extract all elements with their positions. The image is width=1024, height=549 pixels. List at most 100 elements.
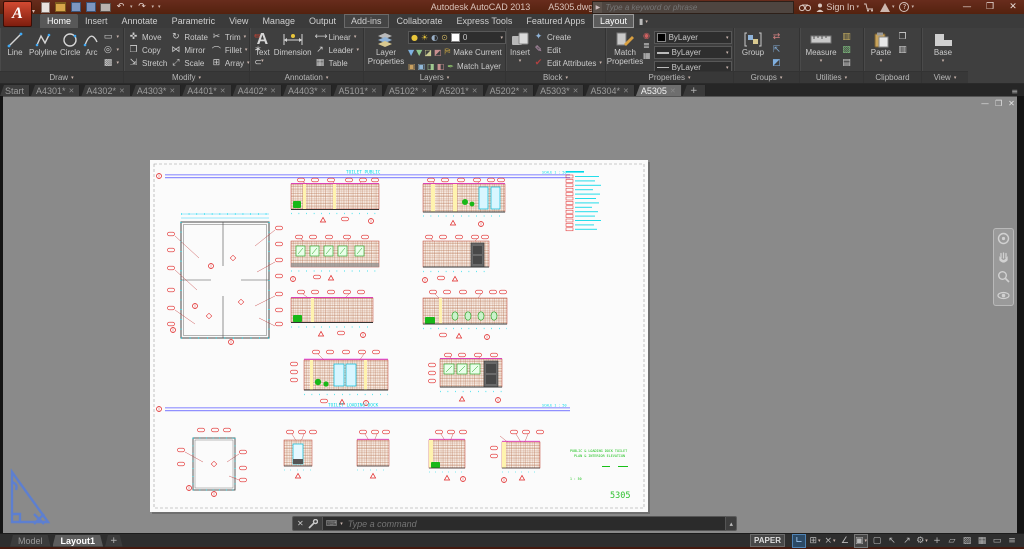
edit-block-tool[interactable]: ✎Edit	[533, 44, 602, 56]
lineweight-dropdown[interactable]: ByLayer▾	[654, 46, 732, 59]
file-tab-close-icon[interactable]: ✕	[321, 87, 327, 95]
command-recent-dropdown[interactable]: ▾	[340, 521, 343, 527]
search-button[interactable]	[799, 3, 811, 12]
layer-properties-button[interactable]: Layer Properties	[368, 31, 404, 66]
copy-clip-tool[interactable]: ❐	[897, 31, 908, 43]
fillet-tool[interactable]: ⌒Fillet▾	[211, 44, 250, 56]
line-tool[interactable]: Line	[4, 31, 26, 57]
trim-dropdown[interactable]: ▾	[244, 34, 247, 40]
lineweight-list-icon[interactable]: ≣	[643, 41, 651, 50]
navigation-bar[interactable]	[993, 228, 1014, 306]
command-customize-icon[interactable]	[308, 519, 318, 529]
view-panel-label[interactable]: View▾	[922, 71, 968, 83]
paper-model-toggle[interactable]: PAPER	[750, 534, 785, 547]
search-input[interactable]	[602, 3, 793, 12]
save-as-button[interactable]	[85, 2, 96, 12]
file-tab-a4301[interactable]: A4301*✕	[31, 85, 80, 96]
polar-tracking-toggle-dropdown[interactable]: ▾	[833, 538, 836, 544]
ribbon-tab-parametric[interactable]: Parametric	[165, 14, 223, 28]
save-button[interactable]	[70, 2, 81, 12]
file-tab-close-icon[interactable]: ✕	[421, 87, 427, 95]
file-tab-a4302[interactable]: A4302*✕	[81, 85, 130, 96]
annotation-visibility-toggle[interactable]: ▱	[946, 535, 958, 547]
plot-button[interactable]	[100, 2, 111, 12]
dimension-tool[interactable]: Dimension	[274, 31, 312, 57]
viewport-close-button[interactable]: ✕	[1008, 99, 1015, 108]
array-tool[interactable]: ⊞Array▾	[211, 57, 250, 69]
object-snap-toggle[interactable]: ▣▾	[854, 534, 868, 548]
file-tab-a4402[interactable]: A4402*✕	[233, 85, 282, 96]
command-history-button[interactable]: ▴	[726, 520, 736, 528]
group-select-tool[interactable]: ◩	[771, 57, 782, 69]
redo-button[interactable]: ↷	[137, 2, 148, 12]
ribbon-tab-insert[interactable]: Insert	[78, 14, 115, 28]
file-tab-close-icon[interactable]: ✕	[270, 87, 276, 95]
trim-tool[interactable]: ✂Trim▾	[211, 31, 250, 43]
clean-screen-toggle[interactable]: ▭	[991, 535, 1003, 547]
minimize-button[interactable]: —	[960, 2, 974, 12]
zoom-icon[interactable]	[997, 270, 1010, 283]
undo-dropdown[interactable]: ▾	[130, 4, 133, 10]
block-panel-label[interactable]: Block▾	[506, 71, 605, 83]
make-current-button[interactable]: Make Current	[453, 48, 501, 57]
lineweight-toggle[interactable]: ↗	[901, 535, 913, 547]
ungroup-tool[interactable]: ⇄	[771, 31, 782, 43]
file-tab-a4403[interactable]: A4403*✕	[283, 85, 332, 96]
ribbon-tab-express-tools[interactable]: Express Tools	[450, 14, 520, 28]
restore-button[interactable]: ❒	[983, 2, 997, 12]
infer-constraints-toggle[interactable]: ∟	[792, 534, 806, 548]
orbit-icon[interactable]	[997, 289, 1010, 302]
file-tab-a5305[interactable]: A5305✕	[636, 85, 682, 96]
object-color-dropdown[interactable]: ByLayer▾	[654, 31, 732, 44]
ribbon-tab-output[interactable]: Output	[302, 14, 343, 28]
snap-mode-toggle[interactable]: ⊞▾	[809, 535, 821, 547]
layer-dropdown[interactable]: ● ☀ ◐ ⊙ 0 ▾	[408, 31, 506, 44]
plotstyle-icon[interactable]: ▦	[643, 51, 651, 60]
ribbon-tab-add-ins[interactable]: Add-ins	[344, 14, 389, 28]
dynamic-input-toggle[interactable]: ↖	[886, 535, 898, 547]
copy-tool[interactable]: ❐Copy	[128, 44, 167, 56]
fillet-dropdown[interactable]: ▾	[245, 47, 248, 53]
insert-block-button[interactable]: Insert▾	[510, 31, 530, 66]
customization-gear[interactable]: ⚙▾	[916, 535, 928, 547]
id-point-tool[interactable]: ▤	[841, 57, 852, 69]
quick-calc-tool[interactable]: ▧	[841, 44, 852, 56]
crosshair-plus[interactable]: +	[931, 535, 943, 547]
help-button[interactable]: ? ▾	[899, 2, 914, 12]
draw-panel-label[interactable]: Draw▾	[0, 71, 123, 83]
autoscale-toggle[interactable]: ▨	[961, 535, 973, 547]
object-snap-toggle-dropdown[interactable]: ▾	[864, 538, 867, 544]
file-tab-a4401[interactable]: A4401*✕	[182, 85, 231, 96]
new-file-button[interactable]	[40, 2, 51, 12]
file-tab-a5102[interactable]: A5102*✕	[384, 85, 433, 96]
quick-select-tool[interactable]: ▥	[841, 31, 852, 43]
sign-in-button[interactable]: Sign In ▾	[816, 2, 859, 12]
create-block-tool[interactable]: ✦Create	[533, 31, 602, 43]
file-tab-close-icon[interactable]: ✕	[119, 87, 125, 95]
ribbon-tab-featured-apps[interactable]: Featured Apps	[519, 14, 592, 28]
file-tab-overflow-menu[interactable]: ≡	[1011, 87, 1018, 96]
ribbon-tab-manage[interactable]: Manage	[255, 14, 302, 28]
file-tab-close-icon[interactable]: ✕	[670, 87, 676, 95]
file-tab-a5101[interactable]: A5101*✕	[333, 85, 382, 96]
file-tab-close-icon[interactable]: ✕	[522, 87, 528, 95]
match-properties-button[interactable]: Match Properties	[610, 31, 640, 66]
qat-customize-dropdown[interactable]: ▾	[158, 4, 161, 10]
modify-panel-label[interactable]: Modify▾	[124, 71, 249, 83]
edit-attributes-tool[interactable]: ✔Edit Attributes▾	[533, 57, 602, 69]
ribbon-tab-layout[interactable]: Layout	[593, 14, 634, 28]
cut-clip-tool[interactable]: ▥	[897, 44, 908, 56]
groups-panel-label[interactable]: Groups▾	[734, 71, 799, 83]
file-tab-a5303[interactable]: A5303*✕	[535, 85, 584, 96]
utilities-panel-label[interactable]: Utilities▾	[800, 71, 863, 83]
scale-tool[interactable]: ⤢Scale	[170, 57, 208, 69]
measure-button[interactable]: Measure▾	[804, 31, 838, 66]
hatch-tool[interactable]: ▩▾	[102, 57, 119, 69]
polyline-tool[interactable]: Polyline	[29, 31, 57, 57]
ribbon-tab-collaborate[interactable]: Collaborate	[390, 14, 450, 28]
open-file-button[interactable]	[55, 2, 66, 12]
arc-tool[interactable]: Arc	[83, 31, 99, 57]
customization-gear-dropdown[interactable]: ▾	[925, 538, 928, 544]
redo-dropdown[interactable]: ▾	[152, 4, 155, 10]
ribbon-tab-home[interactable]: Home	[40, 14, 78, 28]
